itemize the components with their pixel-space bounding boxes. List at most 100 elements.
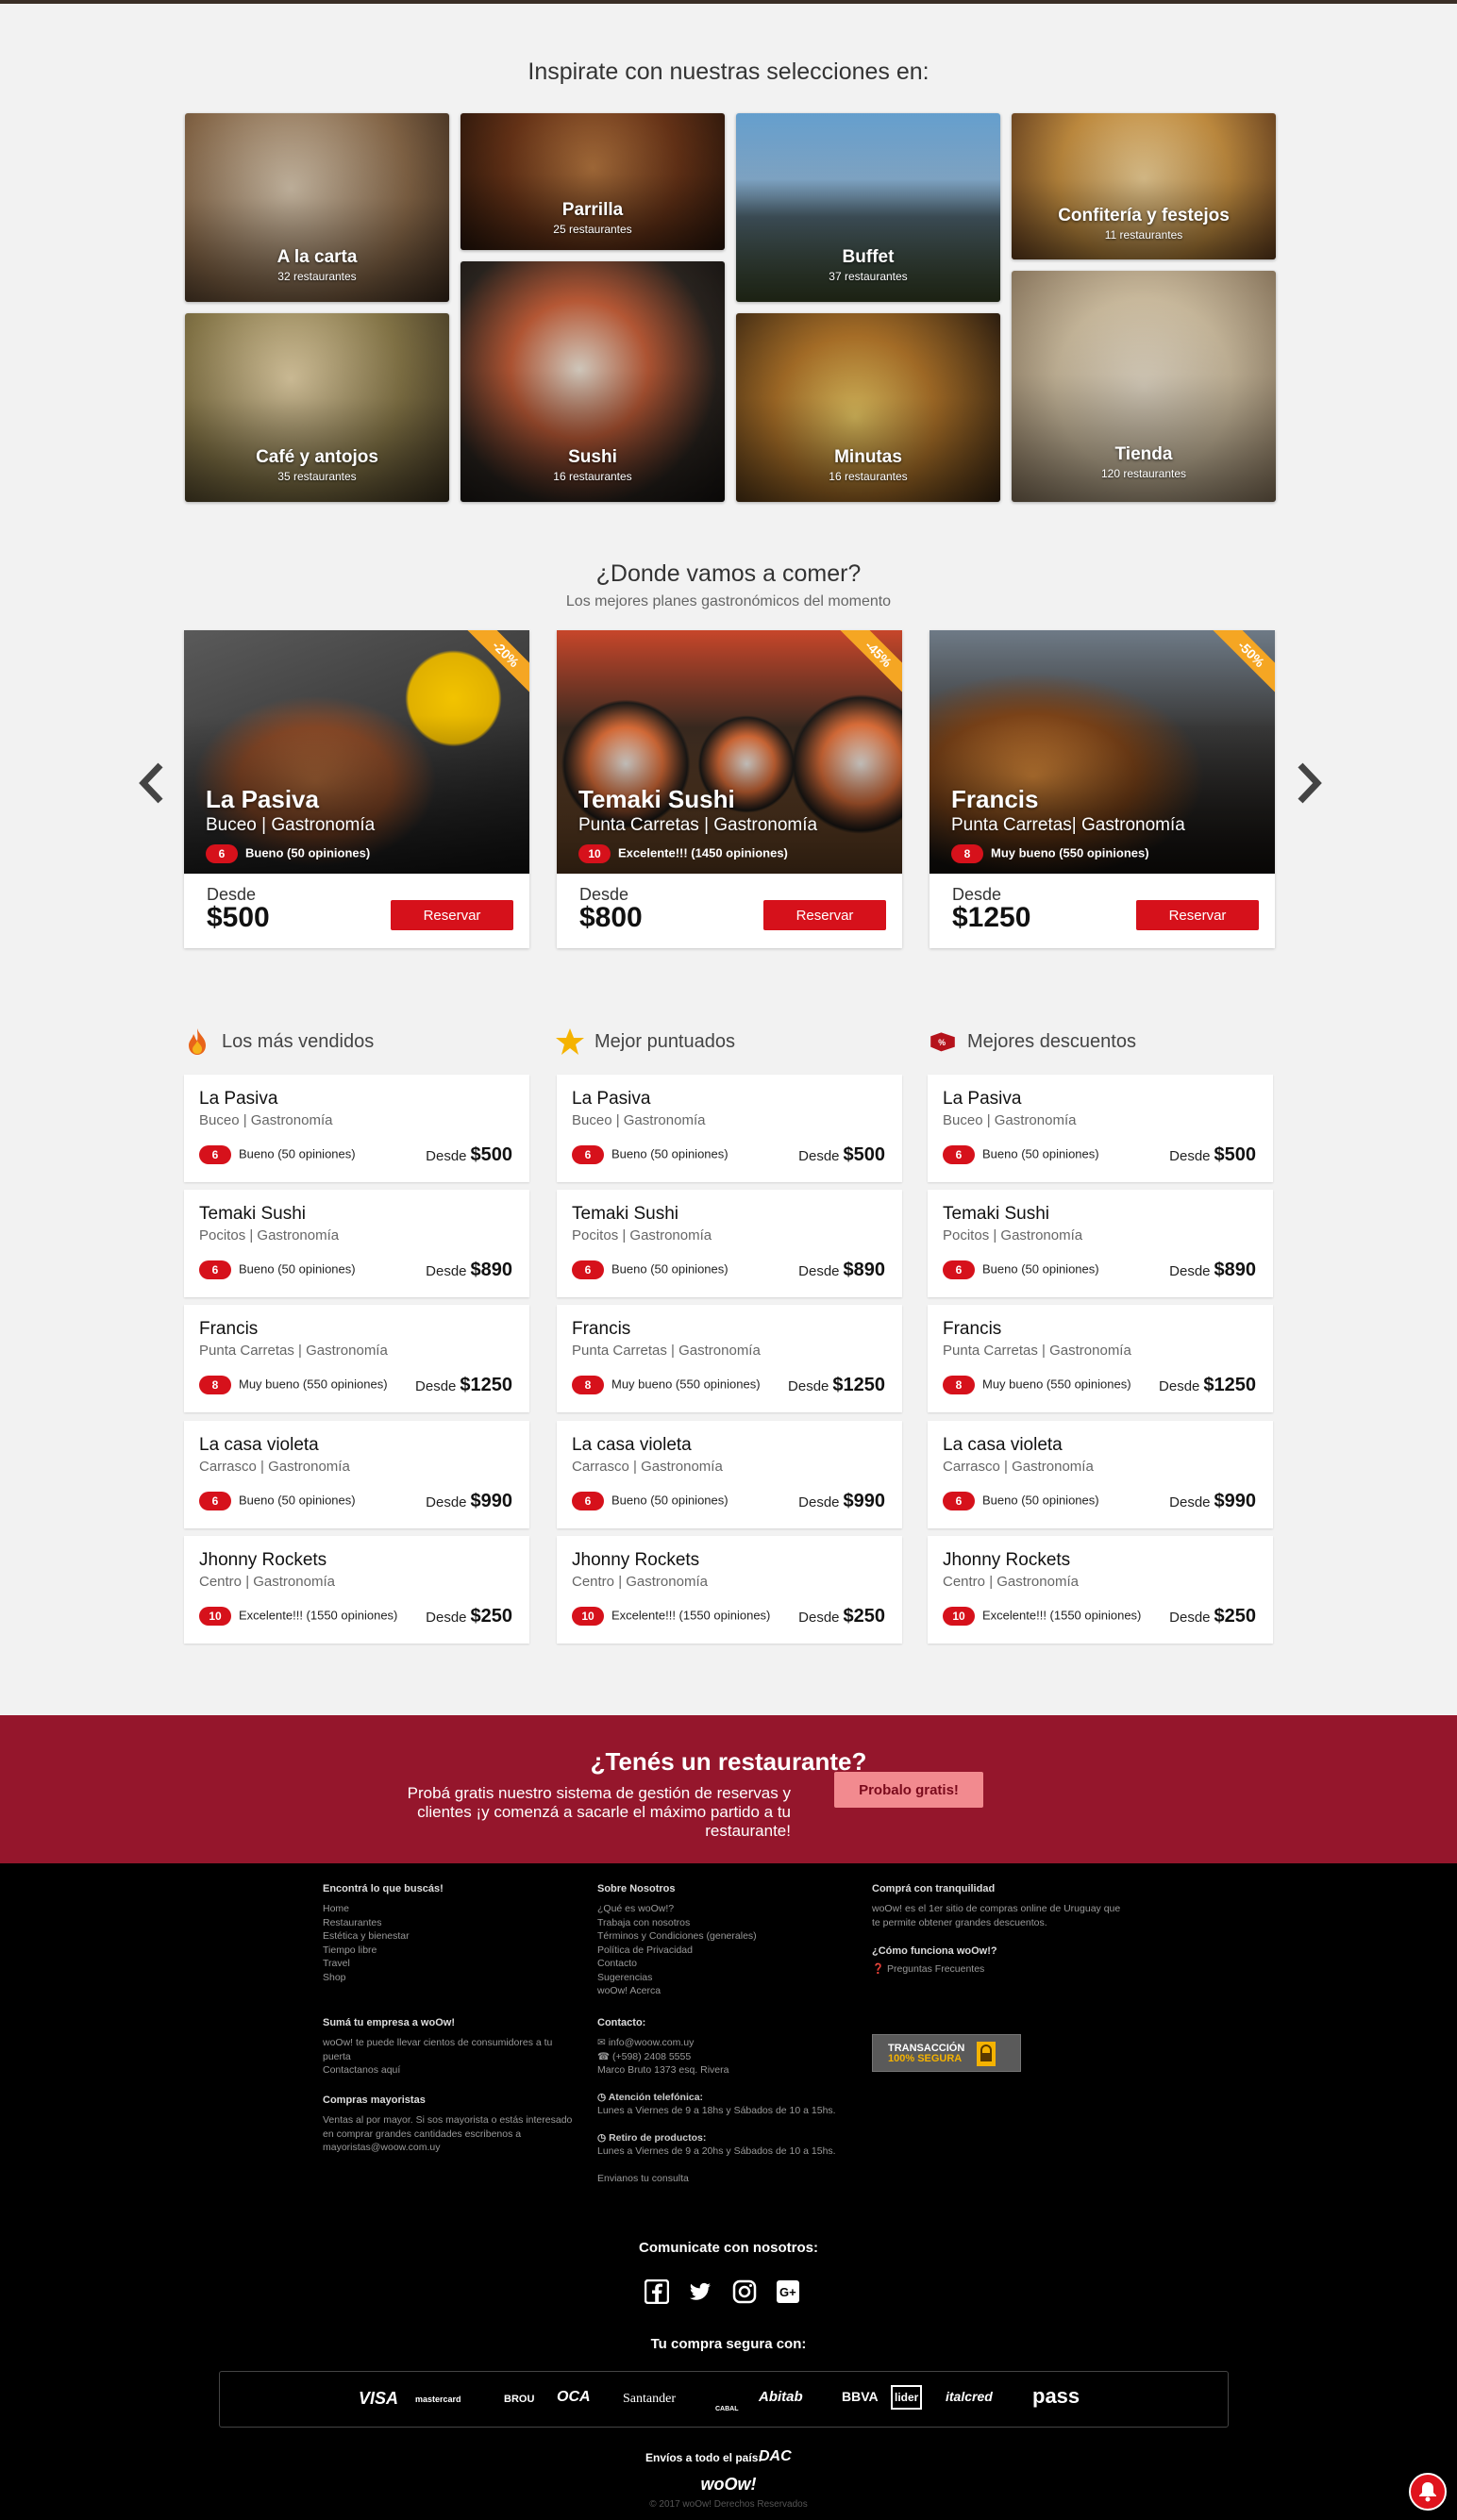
category-tile-a-la-carta[interactable]: A la carta 32 restaurantes bbox=[185, 113, 449, 302]
footer-link[interactable]: Shop bbox=[323, 1971, 410, 1985]
score-badge: 6 bbox=[572, 1492, 604, 1510]
footer-link[interactable]: Términos y Condiciones (generales) bbox=[597, 1929, 757, 1944]
deal-card[interactable]: -20% La Pasiva Buceo | Gastronomía 6 Buen… bbox=[184, 630, 529, 948]
deal-location: Buceo | Gastronomía bbox=[206, 815, 376, 835]
footer-heading-how[interactable]: ¿Cómo funciona woOw!? bbox=[872, 1945, 997, 1957]
list-item[interactable]: Francis Punta Carretas | Gastronomía 8 Muy … bbox=[184, 1305, 529, 1412]
category-tile-confiteria[interactable]: Confitería y festejos 11 restaurantes bbox=[1012, 113, 1276, 259]
contact-here-link[interactable]: Contactanos aquí bbox=[323, 2063, 552, 2078]
deal-card[interactable]: -50% Francis Punta Carretas| Gastronomía… bbox=[929, 630, 1275, 948]
restaurant-location: Punta Carretas | Gastronomía bbox=[199, 1343, 388, 1359]
price-value: $890 bbox=[843, 1260, 886, 1280]
carousel-next-arrow-icon[interactable] bbox=[1293, 759, 1325, 807]
contact-email[interactable]: info@woow.com.uy bbox=[609, 2037, 695, 2048]
score-badge: 10 bbox=[572, 1607, 604, 1626]
send-inquiry-link[interactable]: Envianos tu consulta bbox=[597, 2172, 836, 2186]
list-item[interactable]: La Pasiva Buceo | Gastronomía 6 Bueno (50 o… bbox=[928, 1075, 1273, 1182]
restaurant-rating: 6 Bueno (50 opiniones) bbox=[943, 1492, 1099, 1510]
footer-link[interactable]: Contacto bbox=[597, 1957, 757, 1971]
list-item[interactable]: Temaki Sushi Pocitos | Gastronomía 6 Bueno … bbox=[184, 1190, 529, 1297]
rating-text: Excelente!!! (1550 opiniones) bbox=[982, 1608, 1142, 1623]
category-tile-minutas[interactable]: Minutas 16 restaurantes bbox=[736, 313, 1000, 502]
reserve-button[interactable]: Reservar bbox=[1136, 900, 1259, 930]
price-prefix: Desde bbox=[1169, 1148, 1211, 1164]
rating-text: Muy bueno (550 opiniones) bbox=[982, 1377, 1131, 1392]
list-item[interactable]: La Pasiva Buceo | Gastronomía 6 Bueno (50 o… bbox=[184, 1075, 529, 1182]
rating-text: Bueno (50 opiniones) bbox=[239, 1493, 356, 1508]
deal-card[interactable]: -45% Temaki Sushi Punta Carretas | Gastr… bbox=[557, 630, 902, 948]
faq-label[interactable]: Preguntas Frecuentes bbox=[887, 1963, 984, 1975]
footer-link[interactable]: Política de Privacidad bbox=[597, 1944, 757, 1958]
restaurant-rating: 6 Bueno (50 opiniones) bbox=[572, 1260, 728, 1279]
list-item[interactable]: Temaki Sushi Pocitos | Gastronomía 6 Bueno … bbox=[557, 1190, 902, 1297]
footer-link[interactable]: Sugerencias bbox=[597, 1971, 757, 1985]
list-item[interactable]: Jhonny Rockets Centro | Gastronomía 10 Exce… bbox=[557, 1536, 902, 1644]
category-tile-sushi[interactable]: Sushi 16 restaurantes bbox=[461, 261, 725, 502]
category-name: Minutas bbox=[834, 447, 902, 467]
cabal-logo: CABAL bbox=[715, 2406, 739, 2412]
list-item[interactable]: La casa violeta Carrasco | Gastronomía 6 Bu… bbox=[184, 1421, 529, 1528]
notification-bell-icon[interactable] bbox=[1409, 2473, 1447, 2511]
footer-link[interactable]: Restaurantes bbox=[323, 1916, 410, 1930]
restaurant-location: Centro | Gastronomía bbox=[943, 1574, 1079, 1590]
secure-line-2: 100% SEGURA bbox=[888, 2053, 963, 2064]
footer-links-find: Home Restaurantes Estética y bienestar T… bbox=[323, 1902, 410, 1984]
list-item[interactable]: Jhonny Rockets Centro | Gastronomía 10 Exce… bbox=[928, 1536, 1273, 1644]
instagram-icon[interactable] bbox=[732, 2279, 757, 2304]
restaurant-rating: 10 Excelente!!! (1550 opiniones) bbox=[943, 1607, 1141, 1626]
list-item[interactable]: Francis Punta Carretas | Gastronomía 8 Muy … bbox=[557, 1305, 902, 1412]
category-tile-cafe[interactable]: Café y antojos 35 restaurantes bbox=[185, 313, 449, 502]
twitter-icon[interactable] bbox=[688, 2279, 712, 2304]
footer-text-line: te permite obtener grandes descuentos. bbox=[872, 1916, 1047, 1928]
wholesale-email-link[interactable]: mayoristas@woow.com.uy bbox=[323, 2141, 572, 2155]
footer-link[interactable]: Home bbox=[323, 1902, 410, 1916]
facebook-icon[interactable] bbox=[645, 2279, 669, 2304]
category-count: 32 restaurantes bbox=[277, 270, 357, 283]
reserve-button[interactable]: Reservar bbox=[391, 900, 513, 930]
price-prefix: Desde bbox=[426, 1263, 467, 1279]
category-tile-buffet[interactable]: Buffet 37 restaurantes bbox=[736, 113, 1000, 302]
price-value: $890 bbox=[1214, 1260, 1257, 1280]
category-count: 25 restaurantes bbox=[553, 223, 632, 236]
list-item[interactable]: La casa violeta Carrasco | Gastronomía 6 Bu… bbox=[557, 1421, 902, 1528]
woow-logo[interactable]: woOw! bbox=[0, 2475, 1457, 2495]
google-plus-icon[interactable]: G+ bbox=[776, 2279, 800, 2304]
list-item[interactable]: La casa violeta Carrasco | Gastronomía 6 Bu… bbox=[928, 1421, 1273, 1528]
try-free-button[interactable]: Probalo gratis! bbox=[834, 1772, 983, 1808]
category-count: 37 restaurantes bbox=[829, 270, 908, 283]
footer-link[interactable]: Trabaja con nosotros bbox=[597, 1916, 757, 1930]
footer-link[interactable]: woOw! Acerca bbox=[597, 1984, 757, 1998]
price-value: $500 bbox=[470, 1144, 513, 1165]
price-value: $250 bbox=[1214, 1606, 1257, 1627]
restaurant-price: Desde $250 bbox=[1169, 1606, 1256, 1627]
restaurant-rating: 10 Excelente!!! (1550 opiniones) bbox=[572, 1607, 770, 1626]
footer-link[interactable]: Estética y bienestar bbox=[323, 1929, 410, 1944]
score-badge: 10 bbox=[578, 844, 611, 863]
rating-text: Excelente!!! (1550 opiniones) bbox=[239, 1608, 398, 1623]
footer-join-text: woOw! te puede llevar cientos de consumi… bbox=[323, 2036, 552, 2078]
price-prefix: Desde bbox=[788, 1378, 829, 1394]
restaurant-price: Desde $500 bbox=[426, 1144, 512, 1166]
carousel-prev-arrow-icon[interactable] bbox=[136, 759, 168, 807]
phone-hours-title: Atención telefónica: bbox=[608, 2091, 704, 2103]
category-tile-parrilla[interactable]: Parrilla 25 restaurantes bbox=[461, 113, 725, 250]
restaurant-price: Desde $1250 bbox=[415, 1375, 512, 1396]
restaurant-rating: 6 Bueno (50 opiniones) bbox=[199, 1260, 356, 1279]
footer-link[interactable]: Travel bbox=[323, 1957, 410, 1971]
price-value: $1250 bbox=[1203, 1375, 1256, 1395]
footer-link[interactable]: ¿Qué es woOw!? bbox=[597, 1902, 757, 1916]
score-badge: 10 bbox=[199, 1607, 231, 1626]
question-icon: ❓ bbox=[872, 1963, 887, 1975]
rating-text: Bueno (50 opiniones) bbox=[982, 1261, 1099, 1277]
footer-heading-about: Sobre Nosotros bbox=[597, 1883, 676, 1894]
brou-logo: BROU bbox=[504, 2394, 535, 2405]
deal-name: Francis bbox=[951, 785, 1039, 813]
list-item[interactable]: La Pasiva Buceo | Gastronomía 6 Bueno (50 o… bbox=[557, 1075, 902, 1182]
reserve-button[interactable]: Reservar bbox=[763, 900, 886, 930]
faq-link[interactable]: ❓ Preguntas Frecuentes bbox=[872, 1962, 984, 1977]
list-item[interactable]: Francis Punta Carretas | Gastronomía 8 Muy … bbox=[928, 1305, 1273, 1412]
category-tile-tienda[interactable]: Tienda 120 restaurantes bbox=[1012, 271, 1276, 502]
list-item[interactable]: Temaki Sushi Pocitos | Gastronomía 6 Bueno … bbox=[928, 1190, 1273, 1297]
footer-link[interactable]: Tiempo libre bbox=[323, 1944, 410, 1958]
list-item[interactable]: Jhonny Rockets Centro | Gastronomía 10 Exce… bbox=[184, 1536, 529, 1644]
